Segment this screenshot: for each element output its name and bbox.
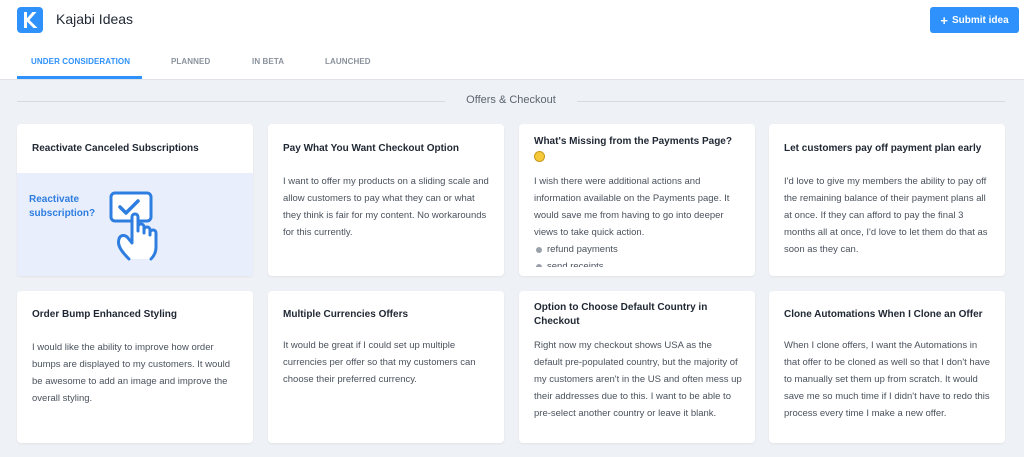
card-title: Option to Choose Default Country in Chec…: [534, 302, 708, 327]
tab-under-consideration[interactable]: UNDER CONSIDERATION: [31, 57, 130, 66]
card-title: Order Bump Enhanced Styling: [32, 309, 178, 320]
section-divider-right: [577, 101, 1005, 102]
section-title: Offers & Checkout: [466, 94, 556, 106]
card-description: It would be great if I could set up mult…: [283, 340, 476, 385]
card-title: Let customers pay off payment plan early: [784, 143, 982, 154]
tab-launched[interactable]: LAUNCHED: [325, 57, 371, 66]
idea-card-order-bump-styling[interactable]: Order Bump Enhanced Styling I would like…: [17, 291, 253, 443]
card-title: Pay What You Want Checkout Option: [283, 143, 459, 154]
submit-idea-button[interactable]: + Submit idea: [930, 7, 1019, 33]
idea-card-default-country[interactable]: Option to Choose Default Country in Chec…: [519, 291, 755, 443]
tab-in-beta[interactable]: IN BETA: [252, 57, 284, 66]
card-title: What's Missing from the Payments Page?: [534, 135, 743, 163]
app-title: Kajabi Ideas: [56, 11, 134, 27]
card-description: I'd love to give my members the ability …: [784, 176, 988, 255]
card-description: When I clone offers, I want the Automati…: [784, 340, 991, 419]
section-header: Offers & Checkout: [17, 94, 1005, 108]
list-item: send receipts: [534, 258, 743, 267]
card-illustration: Reactivate subscription?: [17, 173, 253, 276]
kajabi-logo-icon[interactable]: [17, 7, 43, 33]
illustration-text: Reactivate subscription?: [29, 194, 96, 219]
tab-planned[interactable]: PLANNED: [171, 57, 210, 66]
card-title: Multiple Currencies Offers: [283, 309, 409, 320]
idea-card-multiple-currencies[interactable]: Multiple Currencies Offers It would be g…: [268, 291, 504, 443]
idea-card-pay-off-early[interactable]: Let customers pay off payment plan early…: [769, 124, 1005, 276]
idea-card-payments-page[interactable]: What's Missing from the Payments Page? I…: [519, 124, 755, 276]
idea-card-pay-what-you-want[interactable]: Pay What You Want Checkout Option I want…: [268, 124, 504, 276]
card-description: I wish there were additional actions and…: [534, 173, 743, 267]
emoji-icon: [534, 151, 545, 162]
submit-idea-label: Submit idea: [951, 14, 1009, 26]
list-item: refund payments: [534, 241, 743, 258]
card-description: I want to offer my products on a sliding…: [283, 176, 489, 238]
card-title: Clone Automations When I Clone an Offer: [784, 309, 983, 320]
top-header: Kajabi Ideas + Submit idea: [0, 0, 1024, 44]
active-tab-indicator: [17, 76, 142, 79]
card-description: I would like the ability to improve how …: [32, 342, 231, 404]
status-tabs: UNDER CONSIDERATION PLANNED IN BETA LAUN…: [0, 44, 1024, 80]
hand-pointer-icon: [109, 191, 158, 261]
idea-card-reactivate-subscriptions[interactable]: Reactivate Canceled Subscriptions Reacti…: [17, 124, 253, 276]
card-title: Reactivate Canceled Subscriptions: [32, 143, 199, 154]
plus-icon: +: [940, 12, 948, 28]
card-description: Right now my checkout shows USA as the d…: [534, 340, 742, 419]
idea-card-clone-automations[interactable]: Clone Automations When I Clone an Offer …: [769, 291, 1005, 443]
